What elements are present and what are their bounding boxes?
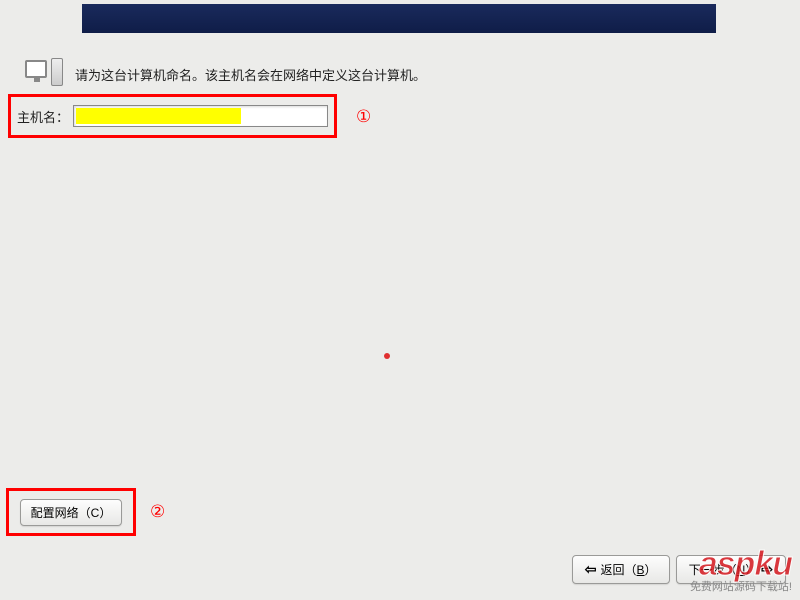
arrow-right-icon: ⇨ (761, 561, 773, 578)
annotation-marker-1: ① (356, 107, 371, 127)
red-dot-marker (384, 353, 390, 359)
hostname-label: 主机名： (17, 107, 69, 126)
description-row: 请为这台计算机命名。该主机名会在网络中定义这台计算机。 (25, 58, 426, 90)
hostname-input[interactable] (73, 105, 328, 127)
configure-network-button[interactable]: 配置网络（C） (20, 499, 123, 526)
computer-icon (25, 58, 65, 90)
description-text: 请为这台计算机命名。该主机名会在网络中定义这台计算机。 (75, 65, 426, 84)
next-button[interactable]: 下一步（N） ⇨ (676, 555, 786, 584)
arrow-left-icon: ⇦ (585, 561, 597, 578)
header-banner (82, 4, 716, 33)
hostname-field-group: 主机名： (8, 94, 337, 138)
hostname-highlight (76, 108, 241, 124)
back-button[interactable]: ⇦ 返回（B） (572, 555, 670, 584)
annotation-marker-2: ② (150, 502, 165, 522)
back-label: 返回（B） (601, 561, 657, 578)
next-label: 下一步（N） (689, 561, 758, 578)
configure-network-group: 配置网络（C） (6, 488, 136, 536)
navigation-buttons: ⇦ 返回（B） 下一步（N） ⇨ (572, 555, 786, 584)
